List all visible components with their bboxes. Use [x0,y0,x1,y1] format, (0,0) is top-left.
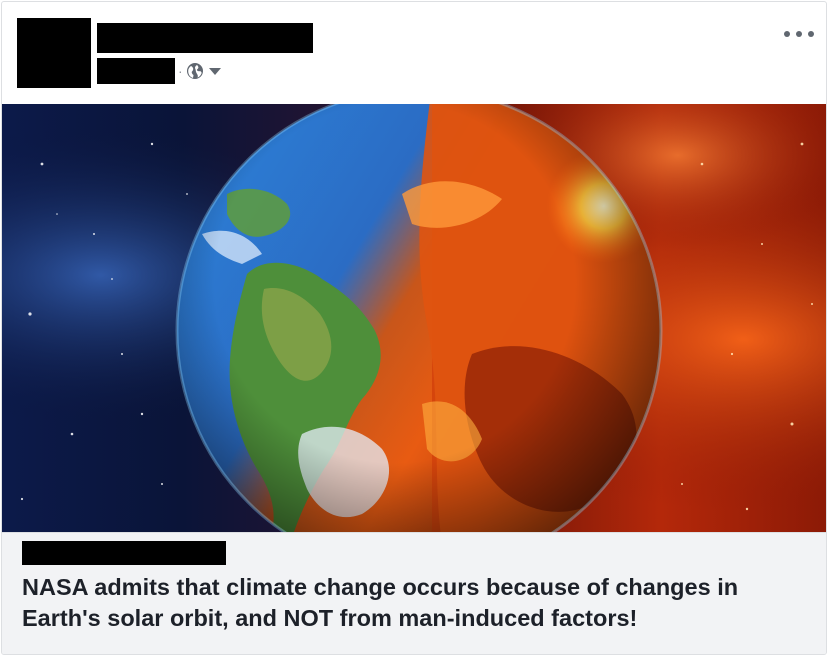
more-options-icon[interactable] [784,24,814,44]
more-dot [808,31,814,37]
more-dot [784,31,790,37]
caret-down-icon[interactable] [208,67,221,75]
meta-separator: · [178,63,183,79]
link-headline[interactable]: NASA admits that climate change occurs b… [22,572,812,634]
facebook-post: · NASA admits that climate change occurs… [1,1,827,655]
link-source-redacted [22,541,226,565]
link-preview[interactable]: NASA admits that climate change occurs b… [2,532,826,654]
earth-half-burning-image[interactable] [2,104,826,532]
timestamp-redacted[interactable] [97,58,175,84]
avatar-redacted[interactable] [17,18,91,88]
author-name-redacted[interactable] [97,23,313,53]
post-header: · [2,2,826,104]
globe-icon[interactable] [186,62,204,80]
more-dot [796,31,802,37]
post-meta: · [97,58,221,84]
